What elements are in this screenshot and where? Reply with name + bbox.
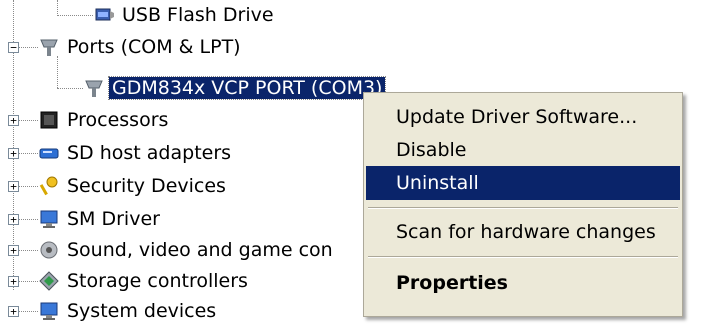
- menu-item-disable[interactable]: Disable: [366, 133, 680, 167]
- key-icon: [38, 175, 60, 197]
- menu-item-scan-hardware[interactable]: Scan for hardware changes: [366, 215, 680, 249]
- tree-item-label: Security Devices: [67, 175, 226, 197]
- tree-item-sm-driver[interactable]: SM Driver: [38, 204, 163, 234]
- tree-item-usb-flash-drive[interactable]: USB Flash Drive: [93, 0, 277, 30]
- menu-separator: [368, 207, 678, 209]
- speaker-icon: [38, 239, 60, 261]
- port-icon: [83, 77, 105, 99]
- tree-item-gdm834x-port[interactable]: GDM834x VCP PORT (COM3): [83, 73, 387, 103]
- menu-item-properties[interactable]: Properties: [366, 266, 680, 300]
- tree-item-label: USB Flash Drive: [122, 4, 274, 26]
- menu-separator: [368, 256, 678, 258]
- tree-item-storage-controllers[interactable]: Storage controllers: [38, 266, 251, 296]
- tree-item-sound-video[interactable]: Sound, video and game con: [38, 235, 336, 265]
- tree-item-label: Processors: [67, 109, 169, 131]
- tree-item-label: SD host adapters: [67, 142, 232, 164]
- tree-item-security-devices[interactable]: Security Devices: [38, 171, 229, 201]
- tree-item-label: Ports (COM & LPT): [67, 36, 241, 58]
- tree-item-label: SM Driver: [67, 208, 160, 230]
- context-menu: Update Driver Software... Disable Uninst…: [363, 92, 683, 317]
- tree-item-sd-host-adapters[interactable]: SD host adapters: [38, 138, 234, 168]
- tree-item-system-devices[interactable]: System devices: [38, 296, 219, 326]
- expand-toggle[interactable]: +: [8, 181, 19, 192]
- collapse-toggle[interactable]: −: [8, 42, 19, 53]
- menu-item-update-driver[interactable]: Update Driver Software...: [366, 100, 680, 134]
- expand-toggle[interactable]: +: [8, 245, 19, 256]
- expand-toggle[interactable]: +: [8, 276, 19, 287]
- tree-item-label: GDM834x VCP PORT (COM3): [107, 76, 387, 100]
- sd-card-icon: [38, 142, 60, 164]
- expand-toggle[interactable]: +: [8, 115, 19, 126]
- usb-drive-icon: [93, 4, 115, 26]
- tree-item-processors[interactable]: Processors: [38, 105, 171, 135]
- expand-toggle[interactable]: +: [8, 214, 19, 225]
- processor-icon: [38, 109, 60, 131]
- expand-toggle[interactable]: +: [8, 306, 19, 317]
- storage-icon: [38, 270, 60, 292]
- expand-toggle[interactable]: +: [8, 148, 19, 159]
- tree-item-label: Sound, video and game con: [67, 239, 333, 261]
- tree-item-label: System devices: [67, 300, 217, 322]
- monitor-icon: [38, 208, 60, 230]
- port-icon: [38, 36, 60, 58]
- monitor-icon: [38, 300, 60, 322]
- tree-item-label: Storage controllers: [67, 270, 248, 292]
- tree-item-ports[interactable]: Ports (COM & LPT): [38, 32, 244, 62]
- menu-item-uninstall[interactable]: Uninstall: [366, 166, 680, 200]
